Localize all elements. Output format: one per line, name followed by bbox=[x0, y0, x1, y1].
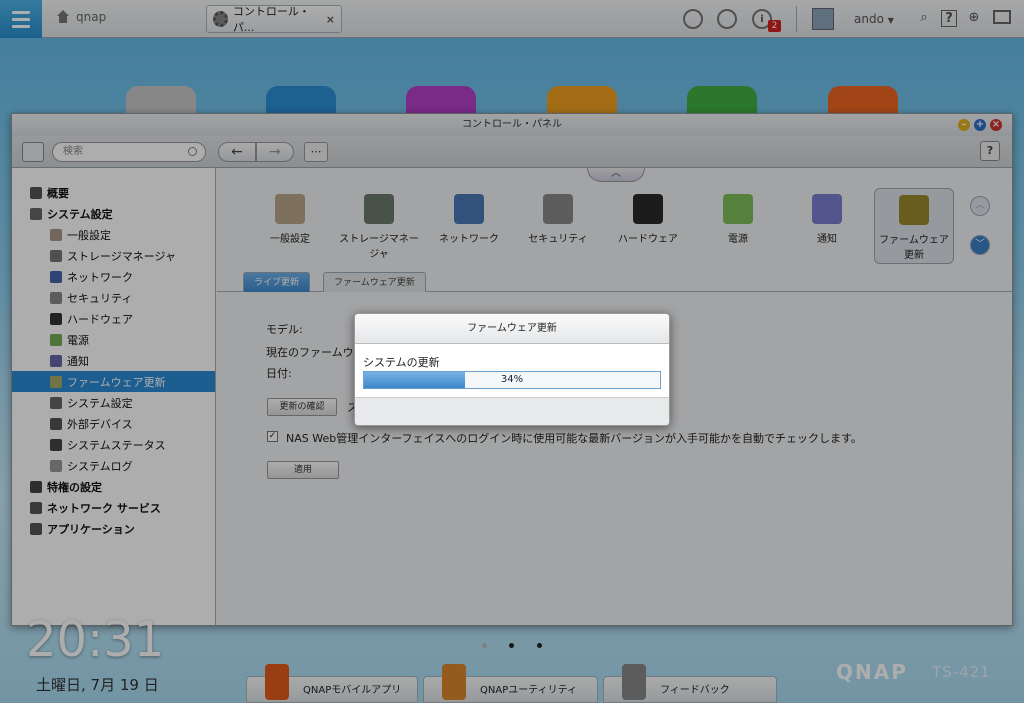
dialog-footer bbox=[355, 397, 669, 425]
dialog-title: ファームウェア更新 bbox=[355, 314, 669, 344]
progress-text: 34% bbox=[500, 374, 524, 385]
progress-bar: 34% bbox=[363, 371, 661, 389]
firmware-update-dialog: ファームウェア更新 システムの更新 34% bbox=[354, 313, 670, 426]
dialog-status-label: システムの更新 bbox=[363, 356, 440, 369]
